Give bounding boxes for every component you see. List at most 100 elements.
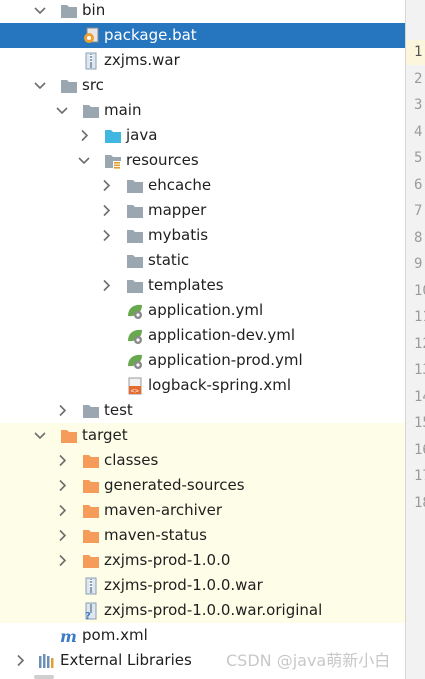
tree-node-label: java xyxy=(126,126,158,144)
excluded-folder-icon xyxy=(82,527,100,545)
tree-node-label: templates xyxy=(148,276,224,294)
tree-node-label: package.bat xyxy=(104,26,197,44)
tree-node-application-prod-yml[interactable]: application-prod.yml xyxy=(0,348,405,373)
chevron-right-icon[interactable] xyxy=(98,173,114,198)
tree-node-static[interactable]: static xyxy=(0,248,405,273)
line-number: 3 xyxy=(414,97,423,113)
chevron-down-icon[interactable] xyxy=(32,423,48,448)
resources-folder-icon xyxy=(104,152,122,170)
chevron-down-icon[interactable] xyxy=(32,0,48,23)
excluded-folder-icon xyxy=(82,502,100,520)
line-number: 8 xyxy=(414,229,423,246)
tree-node-mapper[interactable]: mapper xyxy=(0,198,405,223)
folder-icon xyxy=(82,102,100,120)
chevron-right-icon[interactable] xyxy=(54,448,70,473)
tree-node-label: zxjms.war xyxy=(104,51,180,69)
tree-node-label: main xyxy=(104,101,142,119)
line-number: 11 xyxy=(414,309,425,325)
line-number: 18 xyxy=(414,494,425,511)
tree-node-zxjms-war[interactable]: zxjms.war xyxy=(0,48,405,73)
tree-node-label: bin xyxy=(82,1,106,19)
source-folder-icon xyxy=(104,127,122,145)
xml-icon: <> xyxy=(126,377,144,395)
chevron-down-icon[interactable] xyxy=(76,148,92,173)
tree-node-label: static xyxy=(148,251,190,269)
tree-node-logback-spring-xml[interactable]: <> logback-spring.xml xyxy=(0,373,405,398)
tree-node-application-dev-yml[interactable]: application-dev.yml xyxy=(0,323,405,348)
tree-node-ehcache[interactable]: ehcache xyxy=(0,173,405,198)
folder-icon xyxy=(60,77,78,95)
spring-yml-icon xyxy=(126,352,144,370)
tree-node-mybatis[interactable]: mybatis xyxy=(0,223,405,248)
tree-node-pom-xml[interactable]: m pom.xml xyxy=(0,623,405,648)
tree-node-zxjms-prod-1-0-0[interactable]: zxjms-prod-1.0.0 xyxy=(0,548,405,573)
maven-icon: m xyxy=(60,627,78,645)
chevron-right-icon[interactable] xyxy=(98,198,114,223)
libraries-icon xyxy=(38,652,56,670)
chevron-right-icon[interactable] xyxy=(54,398,70,423)
editor-gutter: c 123456789101112131415161718 xyxy=(405,0,425,679)
line-number: 16 xyxy=(414,441,425,458)
line-number: 5 xyxy=(414,150,423,166)
spring-yml-icon xyxy=(126,302,144,320)
chevron-right-icon[interactable] xyxy=(98,273,114,298)
unknown-file-icon: ? xyxy=(82,602,100,620)
line-number: 14 xyxy=(414,388,425,405)
line-number: 17 xyxy=(414,468,425,484)
tree-node-main[interactable]: main xyxy=(0,98,405,123)
chevron-right-icon[interactable] xyxy=(54,473,70,498)
chevron-right-icon[interactable] xyxy=(54,523,70,548)
tree-node-label: resources xyxy=(126,151,199,169)
line-number: 15 xyxy=(414,415,425,431)
tree-node-application-yml[interactable]: application.yml xyxy=(0,298,405,323)
folder-icon xyxy=(126,277,144,295)
line-number: 13 xyxy=(414,362,425,378)
tree-node-maven-archiver[interactable]: maven-archiver xyxy=(0,498,405,523)
tree-node-label: target xyxy=(82,426,128,444)
chevron-down-icon[interactable] xyxy=(32,73,48,98)
chevron-right-icon[interactable] xyxy=(54,498,70,523)
folder-icon xyxy=(60,2,78,20)
tree-node-maven-status[interactable]: maven-status xyxy=(0,523,405,548)
svg-text:<>: <> xyxy=(131,387,139,395)
tree-node-label: application-dev.yml xyxy=(148,326,296,344)
line-number: 7 xyxy=(414,203,423,219)
excluded-folder-icon xyxy=(82,552,100,570)
chevron-right-icon[interactable] xyxy=(54,548,70,573)
tree-node-label: mapper xyxy=(148,201,207,219)
line-number: 2 xyxy=(414,70,423,87)
tree-node-label: logback-spring.xml xyxy=(148,376,292,394)
chevron-down-icon[interactable] xyxy=(54,98,70,123)
chevron-right-icon[interactable] xyxy=(98,223,114,248)
horizontal-scrollbar[interactable] xyxy=(34,675,54,679)
tree-node-classes[interactable]: classes xyxy=(0,448,405,473)
folder-icon xyxy=(126,177,144,195)
bat-gear-icon xyxy=(82,27,100,45)
excluded-folder-icon xyxy=(82,452,100,470)
excluded-folder-icon xyxy=(82,477,100,495)
spring-yml-icon xyxy=(126,327,144,345)
tree-node-test[interactable]: test xyxy=(0,398,405,423)
tree-node-label: zxjms-prod-1.0.0.war.original xyxy=(104,601,323,619)
tree-node-generated-sources[interactable]: generated-sources xyxy=(0,473,405,498)
tree-node-label: test xyxy=(104,401,133,419)
tree-node-resources[interactable]: resources xyxy=(0,148,405,173)
chevron-right-icon[interactable] xyxy=(12,648,28,673)
tree-node-java[interactable]: java xyxy=(0,123,405,148)
tree-node-zxjms-prod-1-0-0-war-original[interactable]: ? zxjms-prod-1.0.0.war.original xyxy=(0,598,405,623)
tree-node-label: classes xyxy=(104,451,159,469)
folder-icon xyxy=(126,227,144,245)
archive-icon xyxy=(82,52,100,70)
tree-node-package-bat[interactable]: package.bat xyxy=(0,23,405,48)
tree-node-zxjms-prod-1-0-0-war[interactable]: zxjms-prod-1.0.0.war xyxy=(0,573,405,598)
archive-icon xyxy=(82,577,100,595)
tree-node-bin[interactable]: bin xyxy=(0,0,405,23)
chevron-right-icon[interactable] xyxy=(76,123,92,148)
tree-node-label: maven-status xyxy=(104,526,207,544)
tree-node-src[interactable]: src xyxy=(0,73,405,98)
tree-node-target[interactable]: target xyxy=(0,423,405,448)
tree-node-templates[interactable]: templates xyxy=(0,273,405,298)
tree-node-label: src xyxy=(82,76,104,94)
tree-node-label: zxjms-prod-1.0.0.war xyxy=(104,576,263,594)
folder-icon xyxy=(126,202,144,220)
